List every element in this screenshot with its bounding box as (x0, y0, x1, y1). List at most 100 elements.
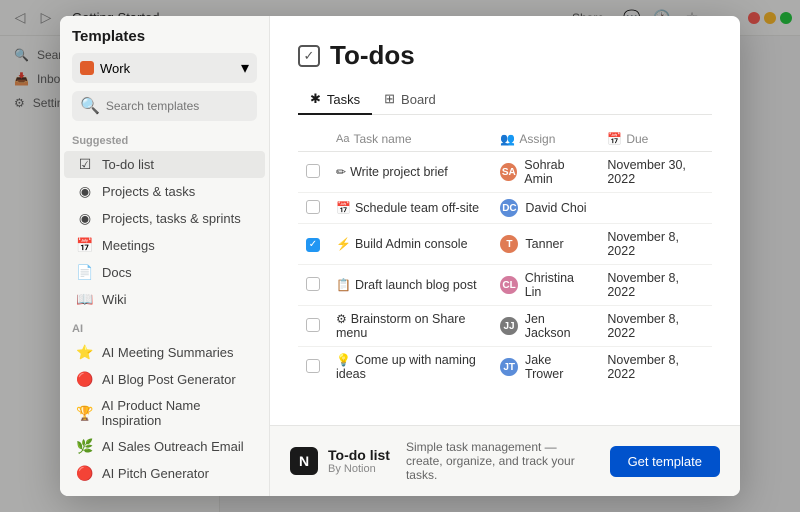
row-task-3: ⚡Build Admin console (328, 224, 492, 265)
preview-title-row: ✓ To-dos (298, 40, 712, 71)
template-ai-meetings-label: AI Meeting Summaries (102, 345, 234, 360)
templates-modal: Templates Work ▾ 🔍 Suggested ☑ To-do (60, 36, 740, 496)
row-due-6: November 8, 2022 (599, 347, 712, 388)
board-tab-icon: ⊞ (384, 91, 395, 107)
template-todo-label: To-do list (102, 157, 154, 172)
preview-checkbox-icon: ✓ (298, 45, 320, 67)
row-due-1: November 30, 2022 (599, 152, 712, 193)
todo-icon: ☑ (76, 156, 94, 173)
row-due-5: November 8, 2022 (599, 306, 712, 347)
template-ai-pitch-label: AI Pitch Generator (102, 466, 209, 481)
row-task-1: ✏Write project brief (328, 152, 492, 193)
row-check-2[interactable] (298, 193, 328, 224)
template-item-projects-sprints[interactable]: ◉ Projects, tasks & sprints (64, 205, 265, 232)
template-meetings-label: Meetings (102, 238, 155, 253)
template-ai-sales-label: AI Sales Outreach Email (102, 439, 244, 454)
row-due-2 (599, 193, 712, 224)
template-item-meetings[interactable]: 📅 Meetings (64, 232, 265, 259)
modal-overlay: Templates Work ▾ 🔍 Suggested ☑ To-do (0, 36, 800, 512)
row-check-1[interactable] (298, 152, 328, 193)
get-template-button[interactable]: Get template (610, 446, 720, 477)
footer-desc: Simple task management — create, organiz… (406, 440, 594, 482)
row-check-3[interactable]: ✓ (298, 224, 328, 265)
row-assign-6: JT Jake Trower (492, 347, 599, 388)
search-box-icon: 🔍 (80, 96, 100, 116)
template-ai-product-label: AI Product Name Inspiration (101, 398, 253, 428)
workspace-icon (80, 61, 94, 75)
notion-logo: N (290, 447, 318, 475)
tab-tasks[interactable]: ✱ Tasks (298, 85, 372, 115)
ai-meetings-icon: ⭐ (76, 344, 94, 361)
task-col-icon: Aa (336, 133, 349, 145)
template-projects-sprints-label: Projects, tasks & sprints (102, 211, 241, 226)
row-check-6[interactable] (298, 347, 328, 388)
template-item-ai-pitch[interactable]: 🔴 AI Pitch Generator (64, 460, 265, 487)
ai-product-icon: 🏆 (76, 405, 93, 422)
template-ai-blog-label: AI Blog Post Generator (102, 372, 236, 387)
templates-footer: N To-do list By Notion Simple task manag… (270, 425, 740, 496)
table-row: 📋Draft launch blog post CL Christina Lin… (298, 265, 712, 306)
template-item-todo[interactable]: ☑ To-do list (64, 151, 265, 178)
col-check (298, 127, 328, 152)
workspace-label: Work (100, 61, 130, 76)
row-assign-3: T Tanner (492, 224, 599, 265)
row-assign-5: JJ Jen Jackson (492, 306, 599, 347)
row-check-4[interactable] (298, 265, 328, 306)
row-task-5: ⚙Brainstorm on Share menu (328, 306, 492, 347)
section-ai-label: AI (60, 319, 269, 339)
template-item-wiki[interactable]: 📖 Wiki (64, 286, 265, 313)
tasks-tab-label: Tasks (327, 92, 360, 107)
table-row: ⚙Brainstorm on Share menu JJ Jen Jackson… (298, 306, 712, 347)
docs-icon: 📄 (76, 264, 94, 281)
app-body: 🔍 Search 📥 Inbox ⚙ Settings Templates (0, 36, 800, 512)
col-task: Aa Task name (328, 127, 492, 152)
row-due-4: November 8, 2022 (599, 265, 712, 306)
row-assign-1: SA Sohrab Amin (492, 152, 599, 193)
template-projects-label: Projects & tasks (102, 184, 195, 199)
template-item-ai-meetings[interactable]: ⭐ AI Meeting Summaries (64, 339, 265, 366)
ai-sales-icon: 🌿 (76, 438, 94, 455)
templates-left-panel: Templates Work ▾ 🔍 Suggested ☑ To-do (60, 36, 270, 496)
due-col-icon: 📅 (607, 132, 622, 146)
table-row: 📅Schedule team off-site DC David Choi (298, 193, 712, 224)
col-due: 📅 Due (599, 127, 712, 152)
section-suggested-label: Suggested (60, 131, 269, 151)
footer-title: To-do list (328, 447, 390, 463)
template-item-docs[interactable]: 📄 Docs (64, 259, 265, 286)
table-row: 💡Come up with naming ideas JT Jake Trowe… (298, 347, 712, 388)
search-input[interactable] (106, 99, 249, 113)
row-assign-2: DC David Choi (492, 193, 599, 224)
search-box[interactable]: 🔍 (72, 91, 257, 121)
footer-info: N To-do list By Notion (290, 447, 390, 475)
template-item-ai-sales[interactable]: 🌿 AI Sales Outreach Email (64, 433, 265, 460)
preview-tabs: ✱ Tasks ⊞ Board (298, 85, 712, 115)
board-tab-label: Board (401, 92, 436, 107)
template-docs-label: Docs (102, 265, 132, 280)
row-task-6: 💡Come up with naming ideas (328, 347, 492, 388)
preview-table: Aa Task name 👥 Assign (298, 127, 712, 387)
workspace-selector[interactable]: Work ▾ (72, 53, 257, 83)
modal-title: Templates (60, 36, 269, 53)
ai-blog-icon: 🔴 (76, 371, 94, 388)
workspace-selector-left: Work (80, 61, 130, 76)
table-row: ✏Write project brief SA Sohrab Amin Nove… (298, 152, 712, 193)
preview-area: ✓ To-dos ✱ Tasks ⊞ Board (270, 36, 740, 425)
preview-title: To-dos (330, 40, 415, 71)
row-check-5[interactable] (298, 306, 328, 347)
template-item-projects[interactable]: ◉ Projects & tasks (64, 178, 265, 205)
template-wiki-label: Wiki (102, 292, 127, 307)
row-assign-4: CL Christina Lin (492, 265, 599, 306)
wiki-icon: 📖 (76, 291, 94, 308)
row-task-4: 📋Draft launch blog post (328, 265, 492, 306)
ai-pitch-icon: 🔴 (76, 465, 94, 482)
assign-col-icon: 👥 (500, 132, 515, 146)
meetings-icon: 📅 (76, 237, 94, 254)
templates-right-panel: ✓ To-dos ✱ Tasks ⊞ Board (270, 36, 740, 496)
template-item-ai-product[interactable]: 🏆 AI Product Name Inspiration (64, 393, 265, 433)
tab-board[interactable]: ⊞ Board (372, 85, 448, 115)
col-assign: 👥 Assign (492, 127, 599, 152)
row-task-2: 📅Schedule team off-site (328, 193, 492, 224)
template-item-ai-blog[interactable]: 🔴 AI Blog Post Generator (64, 366, 265, 393)
chevron-down-icon: ▾ (241, 58, 249, 78)
projects-icon: ◉ (76, 183, 94, 200)
